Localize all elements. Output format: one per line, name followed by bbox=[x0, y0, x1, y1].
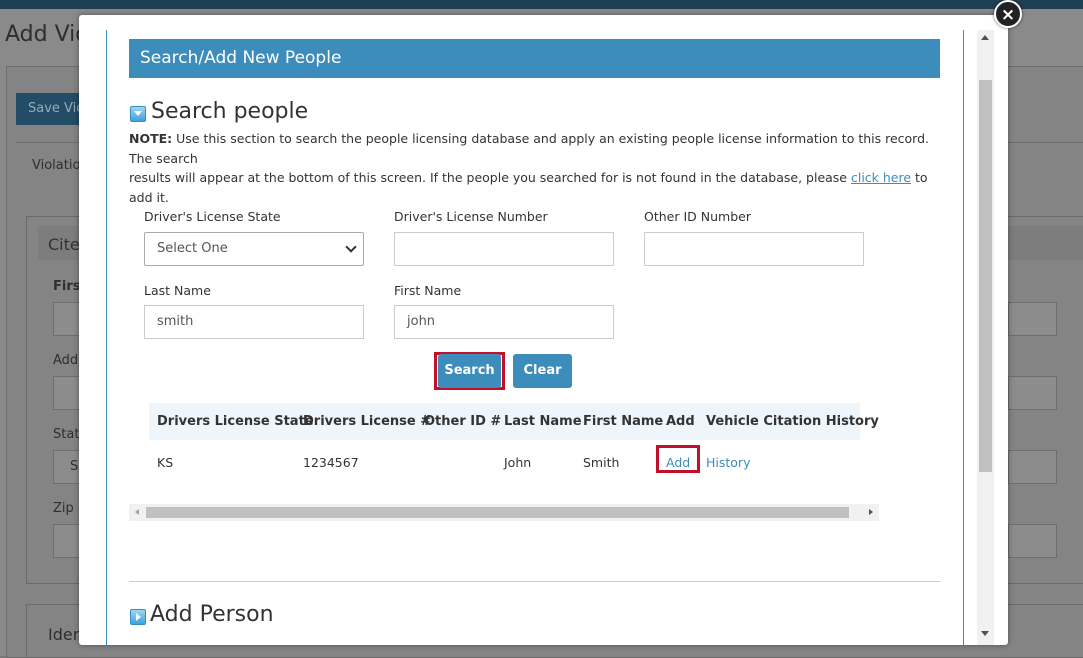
column-header: Add bbox=[666, 414, 695, 429]
first-name-input[interactable]: john bbox=[394, 305, 614, 339]
horizontal-scrollbar[interactable] bbox=[129, 504, 879, 521]
clear-button[interactable]: Clear bbox=[513, 354, 572, 388]
close-icon[interactable]: × bbox=[994, 0, 1022, 28]
history-cell: History bbox=[706, 455, 750, 470]
background-input-right-1 bbox=[1008, 302, 1057, 336]
background-cite-header-right bbox=[1008, 226, 1083, 260]
add-cell: Add bbox=[666, 455, 690, 470]
dl-state-label: Driver's License State bbox=[144, 209, 281, 224]
dl-state-select[interactable]: Select One bbox=[144, 232, 364, 266]
scroll-up-icon[interactable] bbox=[981, 35, 989, 40]
scroll-right-icon[interactable] bbox=[869, 509, 873, 515]
background-zip-label: Zip bbox=[53, 501, 74, 516]
scroll-left-icon[interactable] bbox=[135, 509, 139, 515]
background-tab-violation: Violatio bbox=[32, 158, 81, 173]
cell-last-name: John bbox=[504, 455, 532, 470]
background-page-title: Add Vio bbox=[5, 22, 89, 47]
first-name-label: First Name bbox=[394, 283, 462, 298]
history-link[interactable]: History bbox=[706, 455, 750, 470]
vertical-scrollbar[interactable] bbox=[977, 30, 994, 645]
search-note: NOTE: Use this section to search the peo… bbox=[129, 129, 929, 207]
dl-state-selected-value: Select One bbox=[157, 241, 228, 256]
note-text-2: results will appear at the bottom of thi… bbox=[129, 170, 851, 185]
horizontal-scroll-thumb[interactable] bbox=[146, 507, 849, 518]
dl-number-label: Driver's License Number bbox=[394, 209, 548, 224]
search-people-heading: Search people bbox=[151, 99, 309, 124]
dl-number-input[interactable] bbox=[394, 232, 614, 266]
cell-first-name: Smith bbox=[583, 455, 620, 470]
chevron-down-icon bbox=[345, 241, 357, 253]
cell-dl-state: KS bbox=[157, 455, 174, 470]
note-text-1: Use this section to search the people li… bbox=[129, 131, 930, 166]
vertical-scroll-thumb[interactable] bbox=[979, 80, 992, 472]
search-people-modal: Search/Add New People Search people NOTE… bbox=[79, 15, 1008, 645]
scroll-down-icon[interactable] bbox=[981, 631, 989, 636]
search-button[interactable]: Search bbox=[438, 354, 501, 388]
expand-toggle-icon[interactable] bbox=[130, 609, 146, 625]
cell-dl-number: 1234567 bbox=[303, 455, 359, 470]
collapse-toggle-icon[interactable] bbox=[130, 106, 146, 122]
background-state-value: S bbox=[70, 459, 79, 474]
section-divider bbox=[129, 581, 940, 582]
background-input-right-4 bbox=[1008, 524, 1057, 558]
column-header: Vehicle Citation History bbox=[706, 414, 879, 429]
add-link[interactable]: Add bbox=[666, 455, 690, 470]
other-id-input[interactable] bbox=[644, 232, 864, 266]
column-header: Drivers License State bbox=[157, 414, 314, 429]
column-header: Last Name bbox=[504, 414, 582, 429]
other-id-label: Other ID Number bbox=[644, 209, 751, 224]
column-header: Other ID # bbox=[424, 414, 502, 429]
background-save-button: Save Vio bbox=[16, 93, 86, 125]
background-iden-header: Iden bbox=[48, 625, 83, 644]
column-header: First Name bbox=[583, 414, 664, 429]
background-input-right-2 bbox=[1008, 376, 1057, 410]
add-person-heading: Add Person bbox=[150, 602, 274, 627]
click-here-link[interactable]: click here bbox=[851, 170, 911, 185]
column-header: Drivers License # bbox=[303, 414, 432, 429]
section-header: Search/Add New People bbox=[129, 39, 940, 78]
last-name-label: Last Name bbox=[144, 283, 211, 298]
last-name-input[interactable]: smith bbox=[144, 305, 364, 339]
background-input-right-3 bbox=[1008, 450, 1057, 484]
background-top-bar bbox=[0, 0, 1083, 9]
note-label: NOTE: bbox=[129, 131, 173, 146]
